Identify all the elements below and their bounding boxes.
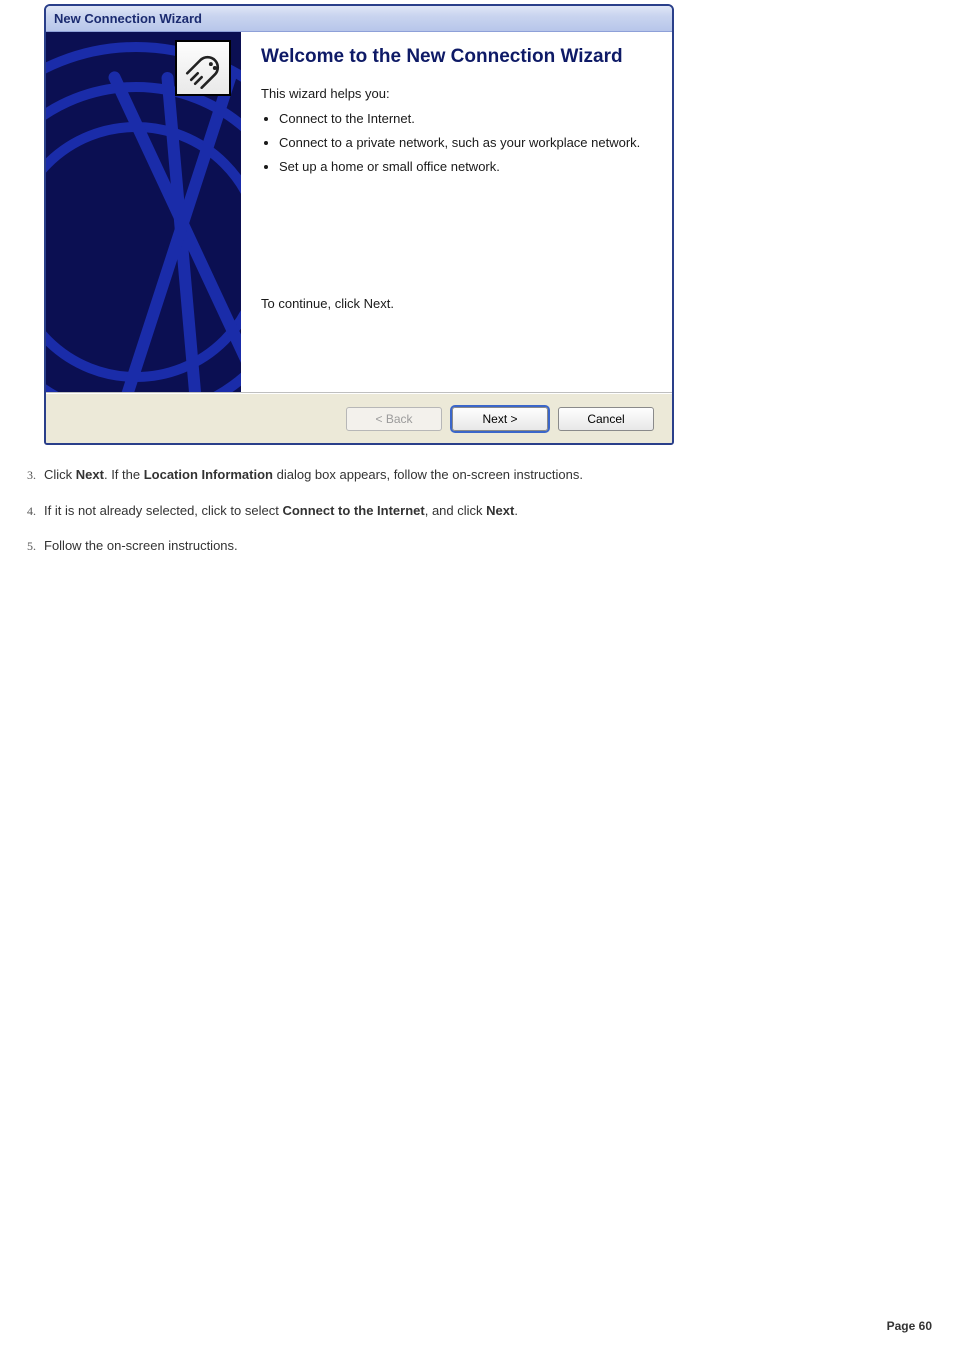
dialog-titlebar[interactable]: New Connection Wizard xyxy=(46,6,672,32)
instruction-bold: Location Information xyxy=(144,467,273,482)
network-plug-icon xyxy=(175,40,231,96)
instruction-text-part: If it is not already selected, click to … xyxy=(44,503,282,518)
instruction-text-part: . If the xyxy=(104,467,144,482)
page-number: Page 60 xyxy=(887,1319,932,1333)
instruction-number: 4. xyxy=(14,502,36,520)
dialog-title: New Connection Wizard xyxy=(54,11,202,26)
instruction-text-part: Follow the on-screen instructions. xyxy=(44,538,238,553)
instruction-list: 3. Click Next. If the Location Informati… xyxy=(14,465,954,556)
wizard-side-graphic xyxy=(46,32,241,392)
instruction-item: 4. If it is not already selected, click … xyxy=(14,501,954,521)
instruction-item: 3. Click Next. If the Location Informati… xyxy=(14,465,954,485)
instruction-bold: Connect to the Internet xyxy=(282,503,424,518)
wizard-bullet: Set up a home or small office network. xyxy=(279,159,652,175)
dialog-body: Welcome to the New Connection Wizard Thi… xyxy=(46,32,672,393)
instruction-number: 3. xyxy=(14,466,36,484)
wizard-bullet: Connect to a private network, such as yo… xyxy=(279,135,652,151)
new-connection-wizard-dialog: New Connection Wizard xyxy=(44,4,674,445)
continue-text: To continue, click Next. xyxy=(261,296,652,311)
instruction-bold: Next xyxy=(76,467,104,482)
next-button[interactable]: Next > xyxy=(452,407,548,431)
plug-hand-icon xyxy=(182,47,224,89)
instruction-text-part: Click xyxy=(44,467,76,482)
back-button: < Back xyxy=(346,407,442,431)
wizard-bullets: Connect to the Internet. Connect to a pr… xyxy=(261,111,652,176)
instruction-item: 5. Follow the on-screen instructions. xyxy=(14,536,954,556)
dialog-footer: < Back Next > Cancel xyxy=(46,393,672,443)
cancel-button[interactable]: Cancel xyxy=(558,407,654,431)
instruction-number: 5. xyxy=(14,537,36,555)
dialog-heading: Welcome to the New Connection Wizard xyxy=(261,46,652,68)
wizard-bullet: Connect to the Internet. xyxy=(279,111,652,127)
instruction-text-part: dialog box appears, follow the on-screen… xyxy=(273,467,583,482)
instruction-bold: Next xyxy=(486,503,514,518)
instruction-text-part: . xyxy=(514,503,518,518)
instruction-text-part: , and click xyxy=(425,503,486,518)
dialog-intro: This wizard helps you: xyxy=(261,86,652,101)
dialog-content: Welcome to the New Connection Wizard Thi… xyxy=(241,32,672,392)
